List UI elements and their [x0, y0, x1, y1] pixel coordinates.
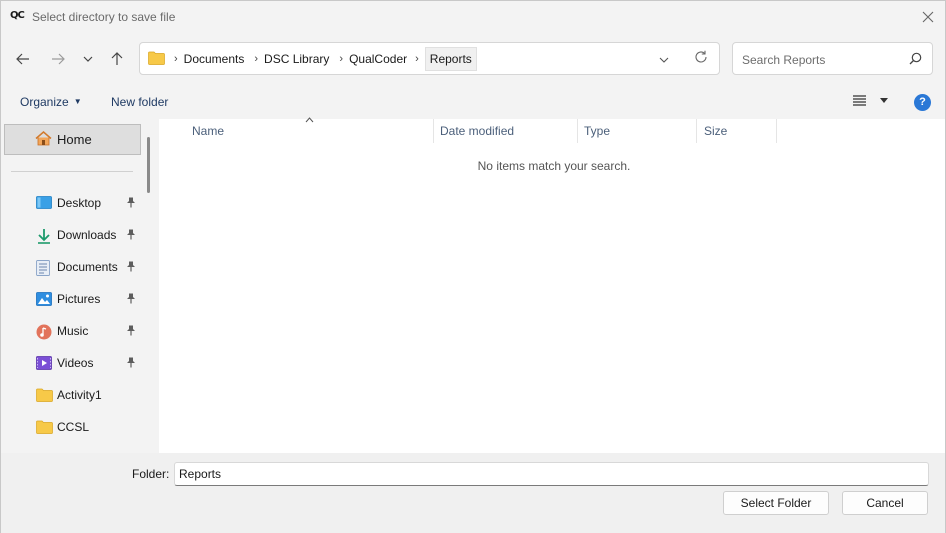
sidebar-scrollbar[interactable] [147, 137, 150, 193]
cancel-button[interactable]: Cancel [842, 491, 928, 515]
qualcoder-logo-icon: QC [10, 10, 26, 22]
address-bar[interactable]: › Documents › DSC Library › QualCoder › … [139, 42, 720, 75]
close-button[interactable] [917, 6, 939, 28]
folder-label: Folder: [132, 467, 170, 481]
view-options-button[interactable] [853, 95, 888, 106]
title-bar: QC Select directory to save file [1, 1, 945, 32]
search-input[interactable]: Search Reports [732, 42, 933, 75]
refresh-icon [695, 50, 707, 63]
column-header-size[interactable]: Size [697, 119, 777, 143]
sidebar-item-label: Music [57, 324, 89, 338]
organize-label: Organize [20, 95, 69, 109]
music-icon [36, 324, 52, 340]
recent-locations-button[interactable] [76, 47, 100, 71]
sidebar-item-label: Downloads [57, 228, 117, 242]
sidebar-item-ccsl[interactable]: CCSL [1, 416, 147, 440]
sidebar-item-label: Videos [57, 356, 94, 370]
column-header-name[interactable]: Name [159, 116, 434, 143]
chevron-right-icon[interactable]: › [339, 53, 343, 65]
pin-icon[interactable] [126, 229, 136, 243]
dialog-footer: Folder: Select Folder Cancel [1, 453, 945, 533]
search-icon[interactable] [909, 52, 922, 68]
sidebar-item-activity1[interactable]: Activity1 [1, 384, 147, 408]
organize-button[interactable]: Organize ▼ [20, 95, 82, 109]
pin-icon[interactable] [126, 261, 136, 275]
navigation-row: › Documents › DSC Library › QualCoder › … [1, 39, 945, 79]
empty-state-message: No items match your search. [477, 159, 631, 173]
sidebar-item-label: Desktop [57, 196, 102, 210]
chevron-right-icon[interactable]: › [174, 53, 178, 65]
command-bar: Organize ▼ New folder ? [1, 87, 945, 118]
column-header-label: Name [192, 124, 225, 138]
divider [11, 171, 133, 172]
navigation-pane: Home Desktop Downloads Documents Picture… [1, 119, 155, 453]
sidebar-item-label: Activity1 [57, 388, 102, 402]
help-button[interactable]: ? [914, 94, 931, 111]
save-dialog: QC Select directory to save file › Docum… [0, 0, 946, 533]
downloads-icon [36, 228, 52, 244]
arrow-left-icon [16, 53, 29, 65]
chevron-down-icon [83, 56, 93, 62]
pin-icon[interactable] [126, 293, 136, 307]
home-icon [35, 130, 52, 149]
sort-ascending-icon [305, 116, 314, 125]
breadcrumb-documents[interactable]: Documents [184, 52, 245, 66]
sidebar-item-desktop[interactable]: Desktop [1, 192, 147, 216]
file-list: Name Date modified Type Size No items ma… [159, 116, 945, 453]
folder-name-input[interactable] [174, 462, 929, 486]
sidebar-item-videos[interactable]: Videos [1, 352, 147, 376]
folder-icon [36, 388, 53, 404]
sidebar-item-pictures[interactable]: Pictures [1, 288, 147, 312]
select-folder-button[interactable]: Select Folder [723, 491, 829, 515]
folder-icon [36, 420, 53, 436]
arrow-up-icon [111, 52, 123, 65]
pictures-icon [36, 292, 52, 308]
sidebar-item-label: CCSL [57, 420, 90, 434]
column-header-date-modified[interactable]: Date modified [434, 119, 578, 143]
chevron-right-icon[interactable]: › [254, 53, 258, 65]
close-icon [922, 11, 934, 23]
arrow-right-icon [52, 53, 65, 65]
breadcrumb-dsc-library[interactable]: DSC Library [264, 52, 329, 66]
chevron-down-icon [659, 57, 669, 63]
address-history-button[interactable] [659, 52, 669, 66]
column-header-type[interactable]: Type [578, 119, 697, 143]
sidebar-item-downloads[interactable]: Downloads [1, 224, 147, 248]
breadcrumb: › Documents › DSC Library › QualCoder › … [170, 43, 477, 74]
sidebar-item-documents[interactable]: Documents [1, 256, 147, 280]
new-folder-button[interactable]: New folder [111, 95, 168, 109]
documents-icon [36, 260, 52, 276]
caret-down-icon: ▼ [73, 97, 82, 106]
window-title: Select directory to save file [32, 10, 176, 24]
chevron-right-icon[interactable]: › [415, 53, 419, 65]
breadcrumb-qualcoder[interactable]: QualCoder [349, 52, 407, 66]
sidebar-item-label: Home [57, 132, 92, 147]
app-icon-text: QC [10, 10, 25, 21]
refresh-button[interactable] [694, 50, 708, 67]
caret-down-icon [880, 98, 888, 103]
sidebar-item-home[interactable]: Home [4, 124, 141, 155]
folder-icon [148, 51, 165, 68]
pin-icon[interactable] [126, 197, 136, 211]
videos-icon [36, 356, 52, 372]
sidebar-item-label: Documents [57, 260, 118, 274]
desktop-icon [36, 196, 52, 212]
sidebar-item-music[interactable]: Music [1, 320, 147, 344]
search-placeholder: Search Reports [742, 53, 826, 67]
pin-icon[interactable] [126, 357, 136, 371]
breadcrumb-reports[interactable]: Reports [424, 46, 477, 71]
help-icon: ? [919, 96, 926, 108]
up-button[interactable] [105, 47, 129, 71]
forward-button[interactable] [46, 47, 70, 71]
sidebar-item-label: Pictures [57, 292, 101, 306]
pin-icon[interactable] [126, 325, 136, 339]
list-view-icon [853, 95, 866, 106]
back-button[interactable] [11, 47, 35, 71]
